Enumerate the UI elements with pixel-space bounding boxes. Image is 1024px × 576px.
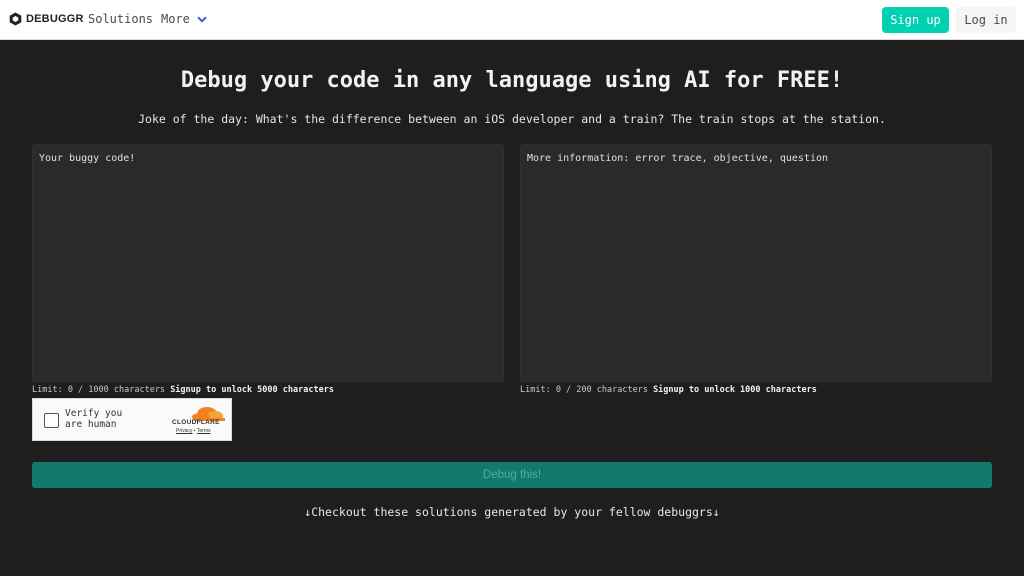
- hexagon-logo-icon: [9, 12, 22, 26]
- captcha-link-separator: •: [193, 428, 196, 434]
- navbar: DEBUGGR Solutions More Sign up Log in: [0, 0, 1024, 40]
- signup-button[interactable]: Sign up: [882, 7, 949, 33]
- brand-logo-link[interactable]: DEBUGGR: [9, 12, 84, 26]
- page-title: Debug your code in any language using AI…: [180, 68, 844, 93]
- info-limit-counter: Limit: 0 / 200 characters: [520, 385, 648, 395]
- buggy-code-input[interactable]: [32, 144, 504, 382]
- nav-more-dropdown[interactable]: More: [161, 12, 207, 26]
- captcha-checkbox[interactable]: [44, 413, 59, 428]
- captcha-links: Privacy • Terms: [176, 428, 211, 434]
- captcha-privacy-link[interactable]: Privacy: [176, 428, 192, 434]
- code-limit-counter: Limit: 0 / 1000 characters: [32, 385, 166, 395]
- code-limit-note: Limit: 0 / 1000 characters Signup to unl…: [32, 385, 334, 395]
- nav-more-label: More: [161, 12, 190, 26]
- checkout-solutions-heading: ↓Checkout these solutions generated by y…: [304, 505, 720, 519]
- info-signup-upsell-link[interactable]: Signup to unlock 1000 characters: [653, 385, 817, 395]
- login-button[interactable]: Log in: [956, 7, 1016, 33]
- more-info-input[interactable]: [520, 144, 992, 382]
- brand-name: DEBUGGR: [26, 13, 84, 25]
- info-limit-note: Limit: 0 / 200 characters Signup to unlo…: [520, 385, 817, 395]
- debug-button[interactable]: Debug this!: [32, 462, 992, 488]
- captcha-label: Verify you are human: [65, 408, 123, 430]
- nav-solutions-link[interactable]: Solutions: [88, 12, 153, 26]
- captcha-widget: Verify you are human CLOUDFLARE Privacy …: [32, 398, 232, 441]
- chevron-down-icon: [197, 15, 207, 23]
- code-signup-upsell-link[interactable]: Signup to unlock 5000 characters: [170, 385, 334, 395]
- captcha-terms-link[interactable]: Terms: [197, 428, 211, 434]
- joke-of-the-day: Joke of the day: What's the difference b…: [138, 112, 886, 126]
- cloudflare-brand: CLOUDFLARE: [172, 419, 220, 426]
